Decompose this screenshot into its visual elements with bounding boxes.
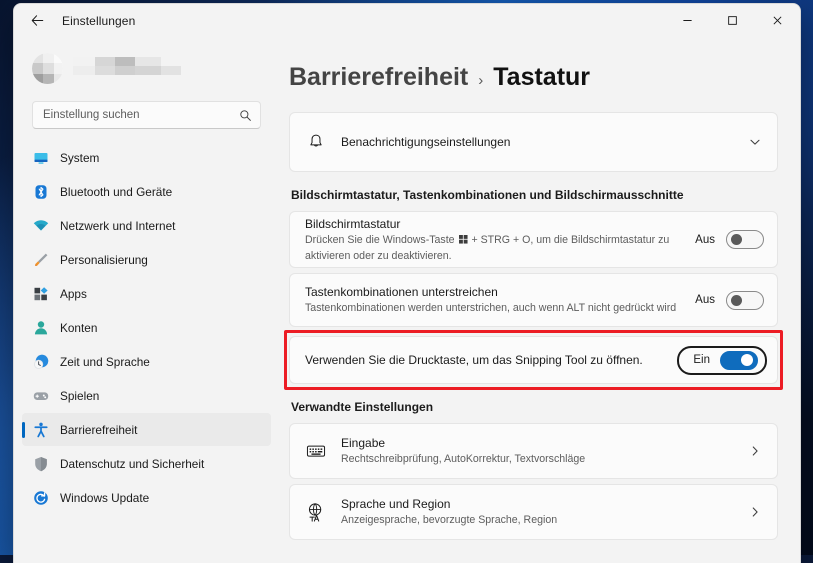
search-icon [240, 109, 251, 121]
sidebar: System Bluetooth und Geräte [14, 37, 279, 563]
related-item-title: Eingabe [341, 435, 386, 450]
chevron-right-icon[interactable] [748, 444, 762, 458]
onscreen-keyboard-card: Bildschirmtastatur Drücken Sie die Windo… [289, 211, 778, 268]
sidebar-item-label: Apps [60, 286, 87, 301]
sidebar-item-label: Barrierefreiheit [60, 422, 138, 437]
close-button[interactable] [755, 4, 800, 37]
toggle-knob [731, 234, 742, 245]
notification-settings-label: Benachrichtigungseinstellungen [341, 134, 511, 149]
minimize-button[interactable] [665, 4, 710, 37]
onscreen-keyboard-toggle[interactable] [726, 230, 764, 249]
related-item-eingabe[interactable]: Eingabe Rechtschreibprüfung, AutoKorrekt… [289, 423, 778, 479]
apps-icon [32, 285, 49, 302]
sidebar-item-bluetooth[interactable]: Bluetooth und Geräte [22, 175, 271, 208]
breadcrumb-separator-icon: › [478, 72, 484, 89]
monitor-icon [32, 149, 49, 166]
related-item-sprache-region[interactable]: Sprache und Region Anzeigesprache, bevor… [289, 484, 778, 540]
description-part-1: Drücken Sie die Windows-Taste [305, 233, 455, 246]
paintbrush-icon [32, 251, 49, 268]
sidebar-item-label: Spielen [60, 388, 100, 403]
toggle-knob [741, 354, 753, 366]
chevron-right-icon[interactable] [748, 505, 762, 519]
search-box[interactable] [32, 101, 261, 129]
window-body: System Bluetooth und Geräte [14, 37, 800, 563]
sidebar-item-accounts[interactable]: Konten [22, 311, 271, 344]
underline-shortcuts-state-label: Aus [695, 294, 715, 306]
window-controls [665, 4, 800, 37]
content-pane: Barrierefreiheit › Tastatur Benachrichti… [279, 37, 800, 563]
sidebar-item-label: Bluetooth und Geräte [60, 184, 173, 199]
notification-settings-card[interactable]: Benachrichtigungseinstellungen [289, 112, 778, 172]
update-icon [32, 489, 49, 506]
sidebar-item-label: Konten [60, 320, 98, 335]
sidebar-item-label: Windows Update [60, 490, 150, 505]
breadcrumb: Barrierefreiheit › Tastatur [289, 37, 778, 112]
onscreen-keyboard-title: Bildschirmtastatur [305, 216, 401, 231]
sidebar-item-windows-update[interactable]: Windows Update [22, 481, 271, 514]
sidebar-item-label: Zeit und Sprache [60, 354, 150, 369]
maximize-button[interactable] [710, 4, 755, 37]
onscreen-keyboard-toggle-group[interactable]: Aus [693, 230, 764, 249]
user-profile[interactable] [22, 37, 271, 99]
windows-key-icon [458, 234, 468, 249]
accessibility-icon [32, 421, 49, 438]
gamepad-icon [32, 387, 49, 404]
shield-icon [32, 455, 49, 472]
close-icon [773, 16, 782, 25]
avatar [32, 52, 63, 84]
print-screen-toggle[interactable] [720, 350, 758, 370]
sidebar-item-system[interactable]: System [22, 141, 271, 174]
sidebar-item-label: Datenschutz und Sicherheit [60, 456, 205, 471]
bell-icon [305, 131, 327, 153]
window-title: Einstellungen [62, 13, 136, 28]
underline-shortcuts-title: Tastenkombinationen unterstreichen [305, 284, 498, 299]
print-screen-snipping-title: Verwenden Sie die Drucktaste, um das Sni… [305, 352, 643, 367]
back-arrow-icon [31, 15, 43, 26]
print-screen-toggle-group[interactable]: Ein [677, 345, 767, 375]
language-globe-icon [305, 501, 327, 523]
chevron-down-icon[interactable] [748, 135, 762, 149]
print-screen-state-label: Ein [693, 354, 710, 366]
sidebar-nav: System Bluetooth und Geräte Netzwerk und… [22, 139, 271, 515]
underline-shortcuts-description: Tastenkombinationen werden unterstrichen… [305, 302, 677, 315]
underline-shortcuts-card: Tastenkombinationen unterstreichen Taste… [289, 273, 778, 327]
keyboard-section-header: Bildschirmtastatur, Tastenkombinationen … [291, 188, 684, 202]
sidebar-item-label: System [60, 150, 100, 165]
related-item-description: Anzeigesprache, bevorzugte Sprache, Regi… [341, 514, 558, 527]
back-button[interactable] [22, 6, 52, 36]
related-settings-header: Verwandte Einstellungen [291, 400, 434, 414]
sidebar-item-accessibility[interactable]: Barrierefreiheit [22, 413, 271, 446]
sidebar-item-label: Personalisierung [60, 252, 148, 267]
breadcrumb-parent-link[interactable]: Barrierefreiheit [289, 63, 468, 92]
maximize-icon [728, 16, 737, 25]
underline-shortcuts-toggle-group[interactable]: Aus [693, 290, 764, 310]
related-item-title: Sprache und Region [341, 496, 451, 511]
title-bar: Einstellungen [14, 4, 800, 37]
onscreen-keyboard-description: Drücken Sie die Windows-Taste + STRG + O… [305, 233, 679, 264]
related-item-description: Rechtschreibprüfung, AutoKorrektur, Text… [341, 453, 586, 466]
sidebar-item-personalization[interactable]: Personalisierung [22, 243, 271, 276]
clock-globe-icon [32, 353, 49, 370]
onscreen-keyboard-state-label: Aus [695, 233, 715, 246]
sidebar-item-privacy[interactable]: Datenschutz und Sicherheit [22, 447, 271, 480]
sidebar-item-gaming[interactable]: Spielen [22, 379, 271, 412]
page-title: Tastatur [493, 63, 591, 91]
wifi-icon [32, 217, 49, 234]
underline-shortcuts-toggle[interactable] [726, 290, 764, 310]
sidebar-item-network[interactable]: Netzwerk und Internet [22, 209, 271, 242]
settings-window: Einstellungen Einstellung suchen System … [13, 3, 801, 563]
user-name-redacted [73, 55, 181, 81]
person-icon [32, 319, 49, 336]
keyboard-icon [305, 440, 327, 462]
sidebar-item-label: Netzwerk und Internet [60, 218, 176, 233]
minimize-icon [683, 20, 692, 21]
sidebar-item-time-language[interactable]: Zeit und Sprache [22, 345, 271, 378]
toggle-knob [731, 294, 742, 306]
bluetooth-icon [32, 183, 49, 200]
search-input[interactable] [43, 109, 239, 121]
sidebar-item-apps[interactable]: Apps [22, 277, 271, 310]
print-screen-snipping-card: Verwenden Sie die Drucktaste, um das Sni… [284, 330, 783, 390]
